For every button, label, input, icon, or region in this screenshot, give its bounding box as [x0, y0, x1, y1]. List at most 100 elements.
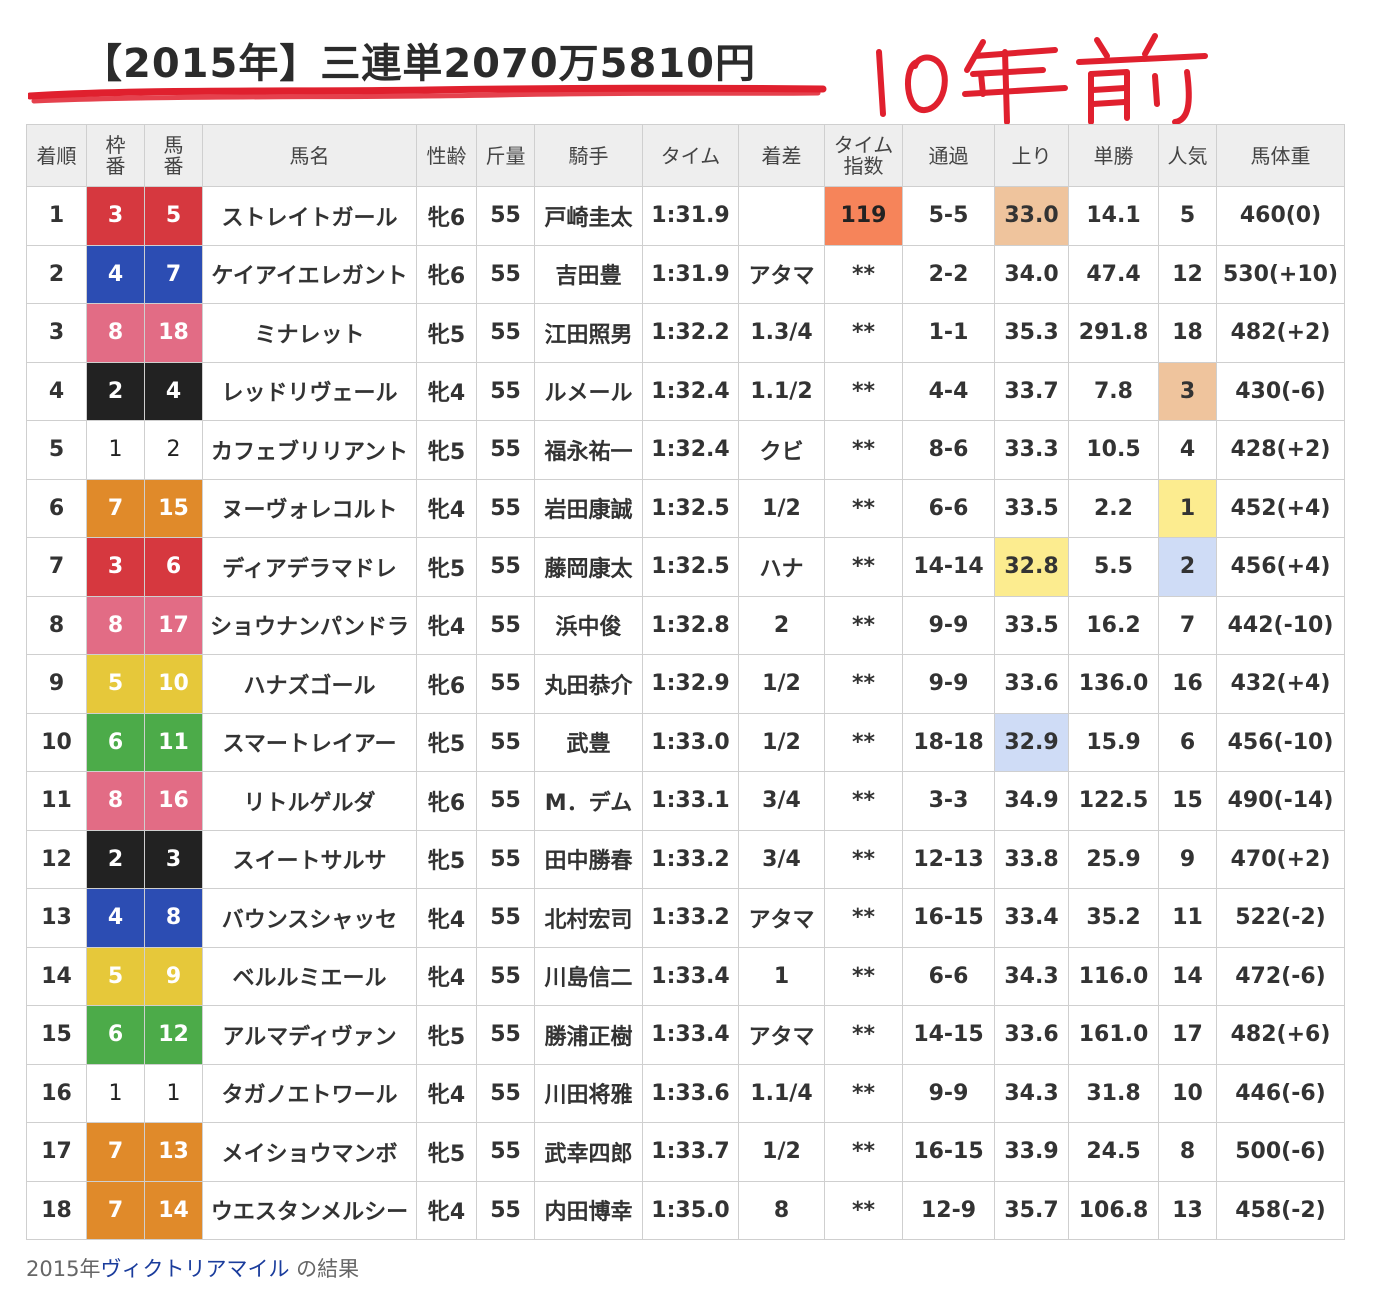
passing-cell: 12-9: [902, 1180, 995, 1240]
jockey-link[interactable]: M．デム: [534, 771, 643, 831]
horse-name-link[interactable]: リトルゲルダ: [202, 771, 417, 831]
jockey-link[interactable]: ルメール: [534, 361, 643, 421]
passing-cell: 16-15: [902, 1122, 995, 1182]
jockey-link[interactable]: 勝浦正樹: [534, 1005, 643, 1065]
time-index-cell[interactable]: 119: [824, 186, 903, 246]
horse-name-link[interactable]: ハナズゴール: [202, 654, 417, 714]
horse-name-link[interactable]: ショウナンパンドラ: [202, 595, 417, 655]
sex-age-cell: 牝5: [416, 303, 477, 363]
header-waku[interactable]: 枠番: [86, 124, 145, 187]
header-horse-name[interactable]: 馬名: [202, 124, 417, 187]
margin-cell: アタマ: [738, 244, 825, 304]
horse-name-link[interactable]: ミナレット: [202, 303, 417, 363]
horse-name-link[interactable]: スマートレイアー: [202, 712, 417, 772]
time-index-cell[interactable]: **: [824, 303, 903, 363]
time-index-cell[interactable]: **: [824, 771, 903, 831]
margin-cell: 1: [738, 946, 825, 1006]
passing-cell: 16-15: [902, 888, 995, 948]
win-odds-cell: 47.4: [1068, 244, 1159, 304]
horse-name-link[interactable]: ベルルミエール: [202, 946, 417, 1006]
header-time-index[interactable]: タイム指数: [824, 124, 903, 187]
time-index-cell[interactable]: **: [824, 1180, 903, 1240]
jockey-link[interactable]: 田中勝春: [534, 829, 643, 889]
time-index-cell[interactable]: **: [824, 654, 903, 714]
header-time[interactable]: タイム: [642, 124, 739, 187]
waku-cell: 8: [86, 595, 145, 655]
rank-cell: 4: [26, 361, 87, 421]
time-index-cell[interactable]: **: [824, 712, 903, 772]
jockey-link[interactable]: 内田博幸: [534, 1180, 643, 1240]
passing-cell: 9-9: [902, 1063, 995, 1123]
time-index-cell[interactable]: **: [824, 537, 903, 597]
header-win-odds[interactable]: 単勝: [1068, 124, 1159, 187]
jockey-link[interactable]: 戸崎圭太: [534, 186, 643, 246]
jockey-link[interactable]: 吉田豊: [534, 244, 643, 304]
caption: 2015年ヴィクトリアマイル の結果: [26, 1253, 359, 1283]
jockey-link[interactable]: 福永祐一: [534, 420, 643, 480]
time-index-cell[interactable]: **: [824, 1005, 903, 1065]
time-index-cell[interactable]: **: [824, 478, 903, 538]
table-row: 1 3 5 ストレイトガール 牝6 55 戸崎圭太 1:31.9 119 5-5 33.0 14.1 5…: [26, 186, 1345, 246]
margin-cell: ハナ: [738, 537, 825, 597]
horse-name-link[interactable]: バウンスシャッセ: [202, 888, 417, 948]
header-sex-age[interactable]: 性齢: [416, 124, 477, 187]
header-rank[interactable]: 着順: [26, 124, 87, 187]
horse-name-link[interactable]: スイートサルサ: [202, 829, 417, 889]
waku-cell: 5: [86, 946, 145, 1006]
body-weight-cell: 458(-2): [1216, 1180, 1345, 1240]
time-index-cell[interactable]: **: [824, 1122, 903, 1182]
header-passing[interactable]: 通過: [902, 124, 995, 187]
waku-cell: 5: [86, 654, 145, 714]
horse-name-link[interactable]: メイショウマンボ: [202, 1122, 417, 1182]
header-popularity[interactable]: 人気: [1158, 124, 1217, 187]
popularity-cell: 1: [1158, 478, 1217, 538]
margin-cell: 1.1/2: [738, 361, 825, 421]
jockey-link[interactable]: 川島信二: [534, 946, 643, 1006]
time-index-cell[interactable]: **: [824, 888, 903, 948]
waku-cell: 4: [86, 888, 145, 948]
horse-name-link[interactable]: ディアデラマドレ: [202, 537, 417, 597]
time-index-cell[interactable]: **: [824, 595, 903, 655]
passing-cell: 6-6: [902, 478, 995, 538]
last3f-cell: 33.9: [994, 1122, 1069, 1182]
header-last3f[interactable]: 上り: [994, 124, 1069, 187]
header-body-weight[interactable]: 馬体重: [1216, 124, 1345, 187]
horse-name-link[interactable]: ウエスタンメルシー: [202, 1180, 417, 1240]
table-row: 12 2 3 スイートサルサ 牝5 55 田中勝春 1:33.2 3/4 ** 12-13 33.8 2…: [26, 829, 1345, 889]
umaban-cell: 11: [144, 712, 203, 772]
jockey-link[interactable]: 浜中俊: [534, 595, 643, 655]
time-cell: 1:33.2: [642, 888, 739, 948]
horse-name-link[interactable]: タガノエトワール: [202, 1063, 417, 1123]
horse-name-link[interactable]: ストレイトガール: [202, 186, 417, 246]
horse-name-link[interactable]: カフェブリリアント: [202, 420, 417, 480]
header-margin[interactable]: 着差: [738, 124, 825, 187]
time-index-cell[interactable]: **: [824, 361, 903, 421]
time-index-cell[interactable]: **: [824, 946, 903, 1006]
header-weight-carried[interactable]: 斤量: [476, 124, 535, 187]
jockey-link[interactable]: 岩田康誠: [534, 478, 643, 538]
body-weight-cell: 456(-10): [1216, 712, 1345, 772]
time-index-cell[interactable]: **: [824, 420, 903, 480]
jockey-link[interactable]: 藤岡康太: [534, 537, 643, 597]
jockey-link[interactable]: 武豊: [534, 712, 643, 772]
table-row: 16 1 1 タガノエトワール 牝4 55 川田将雅 1:33.6 1.1/4 ** 9-9 34.3…: [26, 1063, 1345, 1123]
header-jockey[interactable]: 騎手: [534, 124, 643, 187]
jockey-link[interactable]: 川田将雅: [534, 1063, 643, 1123]
time-index-cell[interactable]: **: [824, 244, 903, 304]
win-odds-cell: 15.9: [1068, 712, 1159, 772]
body-weight-cell: 430(-6): [1216, 361, 1345, 421]
weight-carried-cell: 55: [476, 361, 535, 421]
jockey-link[interactable]: 江田照男: [534, 303, 643, 363]
header-umaban[interactable]: 馬番: [144, 124, 203, 187]
time-index-cell[interactable]: **: [824, 829, 903, 889]
jockey-link[interactable]: 武幸四郎: [534, 1122, 643, 1182]
horse-name-link[interactable]: レッドリヴェール: [202, 361, 417, 421]
passing-cell: 12-13: [902, 829, 995, 889]
horse-name-link[interactable]: ケイアイエレガント: [202, 244, 417, 304]
horse-name-link[interactable]: アルマディヴァン: [202, 1005, 417, 1065]
horse-name-link[interactable]: ヌーヴォレコルト: [202, 478, 417, 538]
race-link[interactable]: ヴィクトリアマイル: [100, 1257, 289, 1281]
jockey-link[interactable]: 北村宏司: [534, 888, 643, 948]
time-index-cell[interactable]: **: [824, 1063, 903, 1123]
jockey-link[interactable]: 丸田恭介: [534, 654, 643, 714]
